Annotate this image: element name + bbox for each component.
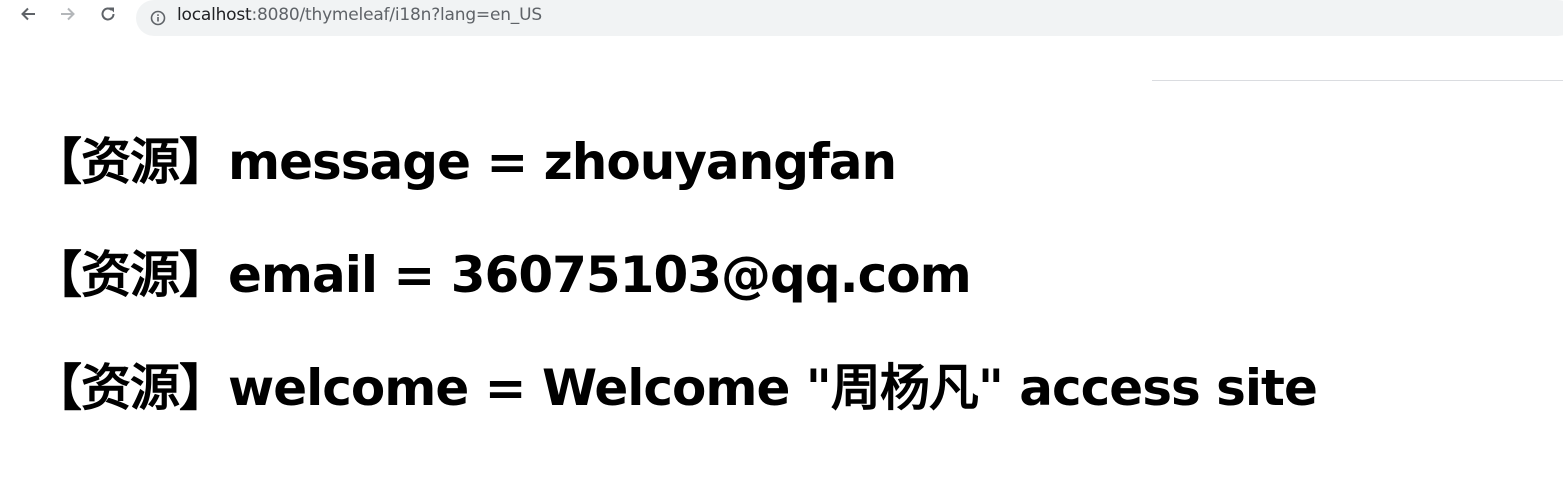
browser-toolbar: localhost:8080/thymeleaf/i18n?lang=en_US	[0, 0, 1563, 36]
back-button[interactable]	[16, 2, 40, 26]
page-content: 【资源】message = zhouyangfan 【资源】email = 36…	[32, 130, 1318, 469]
reload-icon	[101, 7, 115, 21]
arrow-left-icon	[21, 7, 35, 21]
url-path: :8080/thymeleaf/i18n?lang=en_US	[251, 5, 543, 25]
address-bar[interactable]: localhost:8080/thymeleaf/i18n?lang=en_US	[136, 0, 1563, 36]
resource-email-line: 【资源】email = 36075103@qq.com	[32, 246, 972, 304]
url-text[interactable]: localhost:8080/thymeleaf/i18n?lang=en_US	[177, 5, 542, 25]
url-host: localhost	[177, 5, 252, 25]
forward-button[interactable]	[56, 2, 80, 26]
info-circle-icon[interactable]	[149, 9, 167, 27]
toolbar-divider	[1152, 80, 1563, 81]
arrow-right-icon	[61, 7, 75, 21]
resource-welcome-line: 【资源】welcome = Welcome "周杨凡" access site	[32, 359, 1318, 417]
reload-button[interactable]	[96, 2, 120, 26]
resource-message-line: 【资源】message = zhouyangfan	[32, 133, 897, 191]
